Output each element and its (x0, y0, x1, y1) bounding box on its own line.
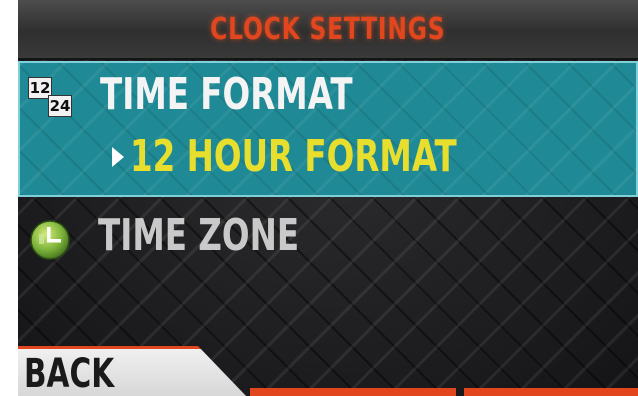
time-format-value: 12 HOUR FORMAT (130, 131, 457, 182)
soft-key-2[interactable] (250, 388, 456, 396)
clock-settings-screen: CLOCK SETTINGS 12 24 TIME FORMAT 12 HOUR… (18, 0, 638, 396)
12-24-format-icon: 12 24 (28, 77, 72, 117)
menu-item-time-format[interactable]: 12 24 TIME FORMAT 12 HOUR FORMAT (18, 61, 638, 197)
time-zone-label[interactable]: TIME ZONE (98, 210, 299, 261)
play-arrow-icon (112, 146, 124, 167)
time-format-label: TIME FORMAT (100, 69, 353, 120)
time-format-value-row[interactable]: 12 HOUR FORMAT (112, 131, 571, 182)
back-label: BACK (24, 351, 115, 396)
globe-clock-icon (30, 220, 70, 260)
soft-key-3[interactable] (464, 388, 638, 396)
back-button[interactable]: BACK (18, 346, 248, 396)
icon-24: 24 (48, 95, 72, 117)
title-bar: CLOCK SETTINGS (18, 0, 638, 60)
page-title: CLOCK SETTINGS (210, 11, 446, 47)
